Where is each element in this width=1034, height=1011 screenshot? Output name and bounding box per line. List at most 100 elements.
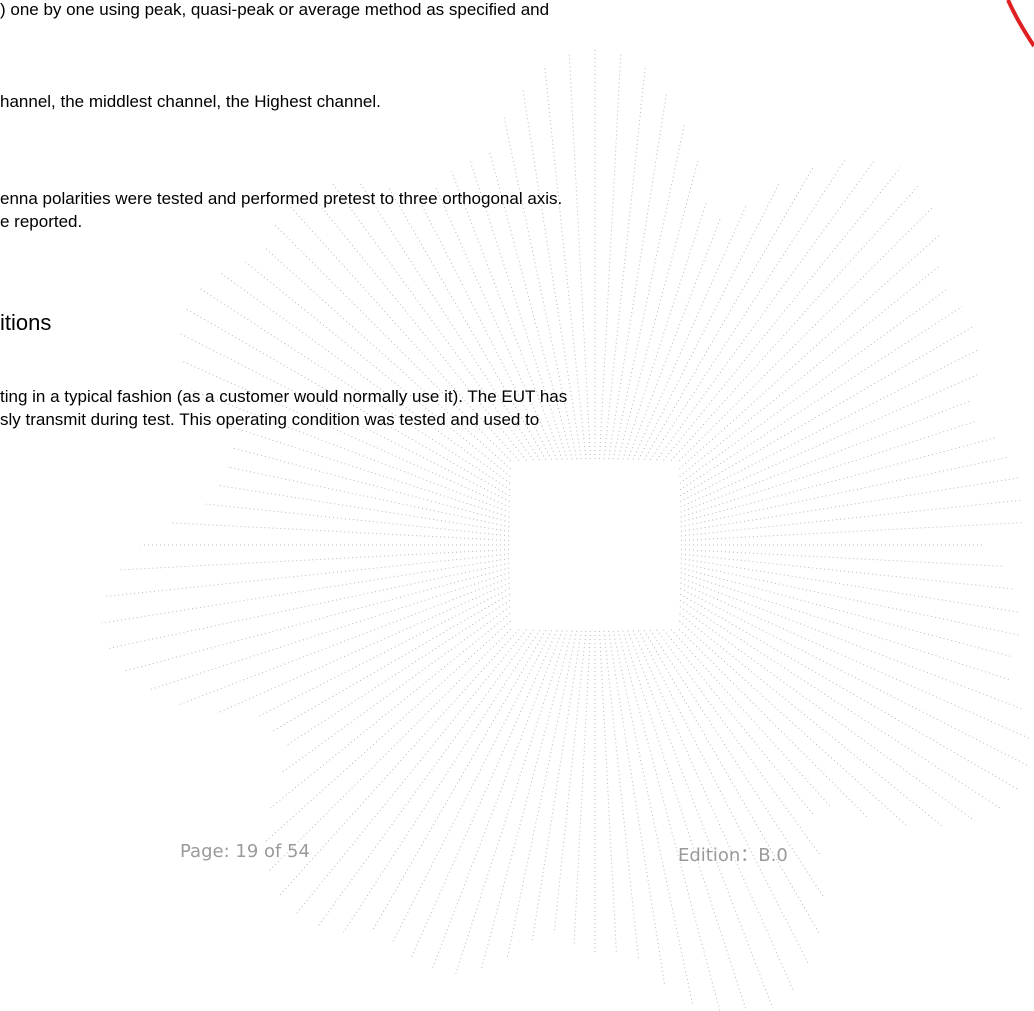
watermark-ray bbox=[680, 549, 1004, 567]
watermark-ray bbox=[281, 606, 511, 774]
watermark-ray bbox=[531, 630, 582, 941]
watermark-ray bbox=[638, 181, 781, 460]
watermark-ray bbox=[603, 630, 640, 962]
watermark-ray bbox=[680, 374, 978, 508]
watermark-ray bbox=[643, 629, 820, 934]
watermark-ray bbox=[392, 630, 552, 943]
watermark-ray bbox=[656, 158, 876, 461]
watermark-ray bbox=[209, 419, 510, 518]
watermark-ray bbox=[285, 599, 511, 747]
watermark-ray bbox=[680, 577, 1024, 711]
watermark-ray bbox=[455, 630, 568, 974]
watermark-ray bbox=[679, 265, 941, 477]
seal-stamp-icon bbox=[1006, 0, 1034, 48]
watermark-ray bbox=[553, 630, 587, 934]
watermark-ray bbox=[256, 588, 510, 718]
watermark-ray bbox=[680, 588, 1029, 767]
watermark-ray bbox=[612, 123, 685, 460]
watermark-ray bbox=[632, 203, 748, 460]
paragraph-measurement-method: ) one by one using peak, quasi-peak or a… bbox=[0, 0, 550, 19]
section-heading: itions bbox=[0, 310, 52, 335]
watermark-ray bbox=[503, 116, 578, 460]
watermark-ray bbox=[107, 562, 510, 650]
watermark-ray bbox=[218, 484, 510, 532]
watermark-ray bbox=[678, 206, 934, 462]
watermark-ray bbox=[264, 247, 511, 470]
watermark-ray bbox=[480, 630, 573, 971]
watermark-ray bbox=[680, 499, 1022, 537]
watermark-ray bbox=[148, 572, 510, 691]
watermark-ray bbox=[294, 629, 527, 916]
watermark-ray bbox=[506, 630, 578, 959]
watermark-ray bbox=[670, 183, 921, 461]
watermark-ray bbox=[627, 218, 721, 460]
watermark-ray bbox=[268, 628, 512, 872]
watermark-ray bbox=[371, 629, 547, 932]
watermark-ray bbox=[643, 166, 814, 461]
watermark-ray bbox=[599, 52, 622, 460]
watermark-ray bbox=[617, 630, 721, 1011]
watermark-ray bbox=[680, 456, 1010, 528]
watermark-ray bbox=[316, 629, 534, 928]
watermark-ray bbox=[612, 630, 694, 1005]
watermark-ray bbox=[680, 567, 1013, 658]
watermark-ray bbox=[599, 630, 617, 954]
starburst-watermark-icon bbox=[101, 47, 1031, 1011]
watermark-ray bbox=[680, 562, 1020, 636]
watermark-ray bbox=[679, 306, 963, 491]
watermark-ray bbox=[179, 577, 510, 705]
watermark-ray bbox=[680, 572, 1011, 681]
watermark-ray bbox=[342, 629, 541, 933]
watermark-ray bbox=[226, 466, 510, 528]
watermark-ray bbox=[679, 326, 974, 497]
watermark-ray bbox=[680, 421, 975, 518]
watermark-ray bbox=[608, 630, 666, 987]
watermark-ray bbox=[663, 629, 814, 815]
watermark-ray bbox=[649, 158, 847, 461]
paragraph-operating-line-1: ting in a typical fashion (as a customer… bbox=[0, 387, 568, 406]
watermark-ray bbox=[219, 272, 511, 484]
watermark-ray bbox=[679, 593, 1019, 790]
page-number: Page: 19 of 54 bbox=[180, 841, 310, 862]
watermark-ray bbox=[680, 437, 995, 523]
watermark-ray bbox=[627, 630, 774, 1009]
watermark-ray bbox=[123, 567, 510, 672]
watermark-ray bbox=[663, 167, 901, 461]
watermark-ray bbox=[191, 389, 510, 513]
watermark-ray bbox=[170, 522, 510, 541]
watermark-ray bbox=[680, 558, 1021, 613]
watermark-ray bbox=[680, 582, 1031, 740]
paragraph-operating-line-2: sly transmit during test. This operating… bbox=[0, 410, 540, 429]
watermark-ray bbox=[233, 447, 510, 523]
edition-label: Edition：B.0 bbox=[678, 845, 788, 866]
watermark-ray bbox=[680, 349, 979, 502]
watermark-ray bbox=[679, 620, 908, 827]
paragraph-polarities-line-2: e reported. bbox=[0, 212, 83, 231]
watermark-ray bbox=[617, 161, 699, 460]
watermark-ray bbox=[680, 400, 970, 513]
watermark-ray bbox=[118, 549, 510, 571]
watermark-ray bbox=[679, 289, 947, 484]
watermark-ray bbox=[568, 51, 591, 460]
watermark-ray bbox=[679, 606, 975, 822]
watermark-ray bbox=[656, 629, 822, 856]
paragraph-polarities-line-1: enna polarities were tested and performe… bbox=[0, 189, 563, 208]
watermark-ray bbox=[216, 582, 510, 714]
watermark-ray bbox=[679, 613, 944, 828]
watermark-ray bbox=[204, 503, 510, 537]
watermark-ray bbox=[622, 630, 747, 1011]
watermark-ray bbox=[622, 201, 708, 460]
watermark-ray bbox=[245, 261, 511, 477]
paragraph-channels: hannel, the middlest channel, the Highes… bbox=[0, 92, 381, 111]
watermark-ray bbox=[680, 522, 1023, 541]
watermark-ray bbox=[632, 630, 794, 992]
watermark-ray bbox=[679, 599, 1001, 809]
watermark-ray bbox=[573, 630, 591, 946]
watermark-ray bbox=[638, 630, 810, 966]
watermark-ray bbox=[679, 233, 941, 470]
watermark-ray bbox=[680, 553, 1016, 590]
watermark-ray bbox=[678, 628, 870, 820]
watermark-ray bbox=[680, 477, 1019, 532]
watermark-ray bbox=[431, 630, 563, 970]
watermark-ray bbox=[603, 68, 646, 460]
